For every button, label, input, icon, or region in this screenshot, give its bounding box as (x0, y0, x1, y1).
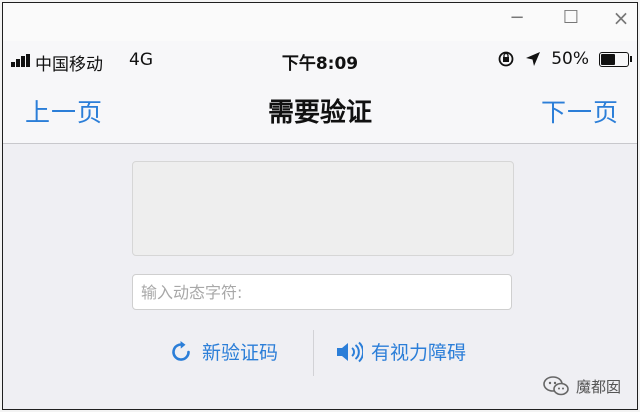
captcha-input[interactable] (132, 274, 512, 310)
battery-icon (599, 51, 632, 67)
battery-fill (601, 53, 615, 65)
rotation-lock-icon (498, 51, 514, 67)
captcha-actions: 新验证码 有视力障碍 (3, 330, 637, 376)
verification-panel: 新验证码 有视力障碍 魔都囡 (3, 144, 637, 409)
captcha-image (132, 161, 514, 256)
navigation-bar: 上一页 需要验证 下一页 (3, 79, 637, 144)
watermark: 魔都囡 (542, 375, 621, 397)
refresh-icon (172, 340, 190, 361)
location-icon (526, 52, 541, 66)
divider (313, 330, 314, 376)
next-page-button[interactable]: 下一页 (541, 93, 619, 129)
audio-captcha-button[interactable]: 有视力障碍 (335, 338, 466, 365)
status-bar: 中国移动 4G 下午8:09 50% (3, 41, 637, 79)
close-button[interactable]: × (609, 6, 633, 30)
wechat-icon (543, 376, 569, 396)
battery-percent: 50% (551, 49, 589, 69)
refresh-captcha-button[interactable]: 新验证码 (168, 338, 278, 365)
watermark-text: 魔都囡 (575, 377, 621, 396)
refresh-captcha-label: 新验证码 (202, 342, 279, 364)
status-right: 50% (497, 49, 632, 69)
screenshot-frame: − ☐ × 中国移动 4G 下午8:09 50% 上一页 需要验证 下一页 输入… (2, 2, 638, 410)
audio-captcha-label: 有视力障碍 (371, 342, 467, 364)
maximize-button[interactable]: ☐ (559, 7, 583, 28)
window-titlebar: − ☐ × (3, 3, 637, 41)
speaker-icon (337, 341, 363, 362)
minimize-button[interactable]: − (505, 7, 529, 28)
